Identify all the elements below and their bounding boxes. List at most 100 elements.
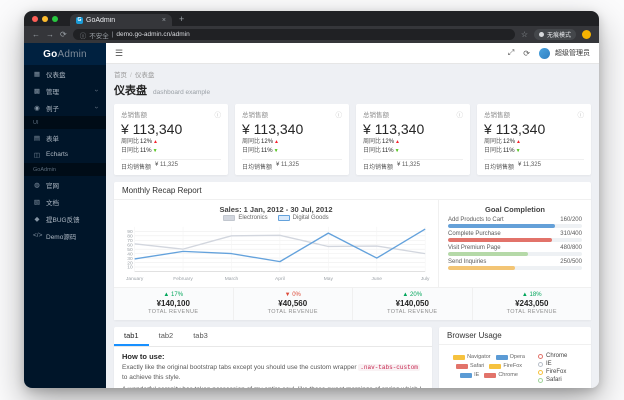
sidebar-item-label: 仪表盘 — [46, 71, 66, 79]
sidebar-item-docs[interactable]: ▧ 文档 — [24, 193, 106, 210]
code-snippet: .nav-tabs-custom — [358, 364, 420, 371]
sidebar-item-label: 文档 — [46, 199, 59, 207]
sidebar-item-dashboard[interactable]: ▦ 仪表盘 — [24, 65, 106, 82]
example-icon: ◉ — [34, 104, 40, 112]
progress-bar — [448, 224, 582, 228]
info-icon[interactable]: ⓘ — [336, 109, 343, 119]
dod-metric: 日同比11%▼ — [242, 148, 279, 154]
browser-toolbar: ← → ⟳ ⓘ 不安全 | demo.go-admin.cn/admin ☆ 无… — [24, 26, 599, 43]
legend-swatch-electronics — [223, 215, 236, 221]
list-item: IE — [538, 361, 586, 367]
browser-usage-panel: Browser Usage Navigator Opera Safari Fir… — [439, 327, 591, 388]
goal-item: Send Inquiries 250/500 — [448, 259, 582, 270]
progress-bar — [448, 266, 582, 270]
user-name[interactable]: 超级管理员 — [555, 48, 590, 58]
divider — [484, 159, 584, 160]
browser-tab[interactable]: G GoAdmin × — [70, 14, 172, 26]
list-item: Safari — [538, 377, 586, 383]
sidebar-item-label: 提BUG反馈 — [46, 216, 80, 224]
svg-text:January: January — [126, 276, 144, 282]
tab-content: How to use: Exactly like the original bo… — [114, 347, 432, 388]
tab-close-icon[interactable]: × — [162, 17, 166, 24]
sidebar-item-bug-feedback[interactable]: ◆ 提BUG反馈 — [24, 210, 106, 227]
breadcrumb-home[interactable]: 首页 — [114, 72, 127, 79]
incognito-badge[interactable]: 无痕模式 — [533, 29, 576, 40]
info-icon[interactable]: ⓘ — [457, 109, 464, 119]
info-icon[interactable]: ⓘ — [578, 109, 585, 119]
howto-paragraph: Exactly like the original bootstrap tabs… — [122, 364, 420, 382]
sidebar-item-echarts[interactable]: ◫ Echarts — [24, 146, 106, 163]
divider — [242, 159, 342, 160]
down-arrow-icon: ▼ — [152, 148, 158, 154]
tabs-panel: tab1 tab2 tab3 How to use: Exactly like … — [114, 327, 432, 388]
dod-metric: 日同比11%▼ — [121, 148, 158, 154]
sidebar-item-demo-source[interactable]: </> Demo源码 — [24, 227, 106, 244]
sidebar-item-label: 例子 — [46, 105, 59, 113]
sidebar-item-website[interactable]: ◍ 官网 — [24, 176, 106, 193]
sidebar-toggle-icon[interactable]: ☰ — [115, 48, 123, 59]
browser-tab-strip: G GoAdmin × + — [24, 11, 599, 26]
refresh-icon[interactable]: ⟳ — [523, 49, 530, 58]
chevron-right-icon: › — [92, 106, 100, 109]
info-icon[interactable]: ⓘ — [215, 109, 222, 119]
legend-swatch-digital-goods — [277, 215, 290, 221]
recap-panel-title: Monthly Recap Report — [114, 182, 591, 200]
svg-text:June: June — [371, 276, 382, 282]
browser-window: G GoAdmin × + ← → ⟳ ⓘ 不安全 | demo.go-admi… — [24, 11, 599, 388]
page-subtitle: dashboard example — [153, 89, 211, 96]
sidebar-item-form[interactable]: ▤ 表单 — [24, 129, 106, 146]
profile-avatar[interactable] — [582, 30, 591, 39]
legend-chip: Navigator — [453, 354, 491, 360]
legend-chip: Chrome — [484, 372, 518, 378]
tab-tab1[interactable]: tab1 — [114, 327, 149, 346]
sidebar: Go Admin ▦ 仪表盘 ▩ 管理 › ◉ 例子 › UI ▤ 表单 ◫ E… — [24, 43, 106, 388]
back-icon[interactable]: ← — [32, 30, 40, 39]
chart-title: Sales: 1 Jan, 2012 - 30 Jul, 2012 — [219, 205, 333, 214]
app-navbar: ☰ ⤢ ⟳ 超级管理员 — [106, 43, 599, 64]
stat-card: 总销售额 ⓘ ¥ 113,340 周同比12%▲ 日同比11%▼ 日均销售额 ¥ 1… — [235, 104, 349, 175]
admin-icon: ▩ — [33, 87, 41, 95]
sidebar-item-example[interactable]: ◉ 例子 › — [24, 99, 106, 116]
revenue-summary-row: ▲ 17% ¥140,100 TOTAL REVENUE ▼ 0% ¥40,56… — [114, 287, 591, 320]
globe-icon: ◍ — [34, 181, 40, 189]
up-arrow-icon: ▲ — [153, 139, 158, 145]
stat-card: 总销售额 ⓘ ¥ 113,340 周同比12%▲ 日同比11%▼ 日均销售额 ¥ 1… — [477, 104, 591, 175]
tab-tab2[interactable]: tab2 — [149, 327, 184, 346]
stat-card-footer: 日均销售额 ¥ 11,325 — [363, 162, 420, 171]
stat-card-label: 总销售额 — [363, 112, 389, 119]
bug-icon: ◆ — [34, 215, 40, 223]
goadmin-logo[interactable]: Go Admin — [24, 43, 106, 65]
traffic-light-zoom-button[interactable] — [52, 15, 58, 22]
reload-icon[interactable]: ⟳ — [60, 30, 67, 39]
address-bar[interactable]: ⓘ 不安全 | demo.go-admin.cn/admin — [72, 29, 515, 40]
incognito-label: 无痕模式 — [546, 33, 571, 39]
dashboard-icon: ▦ — [33, 70, 41, 78]
goal-item: Visit Premium Page 480/800 — [448, 245, 582, 256]
legend-chip: Opera — [495, 354, 525, 360]
legend-label: Electronics — [238, 215, 268, 221]
howto-heading: How to use: — [122, 352, 165, 361]
user-avatar[interactable] — [539, 47, 550, 59]
site-info-icon[interactable]: ⓘ — [80, 30, 87, 40]
new-tab-button[interactable]: + — [179, 14, 184, 24]
fullscreen-icon[interactable]: ⤢ — [508, 48, 514, 58]
browser-list: Chrome IE FireFox Safari — [538, 351, 586, 385]
breadcrumb: 首页 / 仪表盘 — [114, 69, 591, 79]
sidebar-item-label: Demo源码 — [46, 233, 77, 241]
stat-cards-row: 总销售额 ⓘ ¥ 113,340 周同比12%▲ 日同比11%▼ 日均销售额 ¥ 1… — [114, 104, 591, 175]
forward-icon[interactable]: → — [46, 30, 54, 39]
list-item: Chrome — [538, 353, 586, 359]
traffic-light-minimize-button[interactable] — [42, 15, 48, 22]
traffic-light-close-button[interactable] — [32, 15, 38, 22]
stat-card-footer: 日均销售额 ¥ 11,325 — [484, 162, 541, 171]
breadcrumb-current: 仪表盘 — [134, 72, 155, 79]
dod-metric: 日同比11%▼ — [363, 148, 400, 154]
tab-tab3[interactable]: tab3 — [183, 327, 218, 346]
sidebar-item-admin[interactable]: ▩ 管理 › — [24, 82, 106, 99]
code-icon: </> — [33, 232, 43, 239]
url-divider: | — [111, 31, 114, 38]
progress-bar — [448, 252, 582, 256]
bookmark-star-icon[interactable]: ☆ — [521, 30, 528, 39]
document-icon: ▧ — [33, 198, 41, 206]
legend-chip: Safari — [455, 363, 484, 369]
